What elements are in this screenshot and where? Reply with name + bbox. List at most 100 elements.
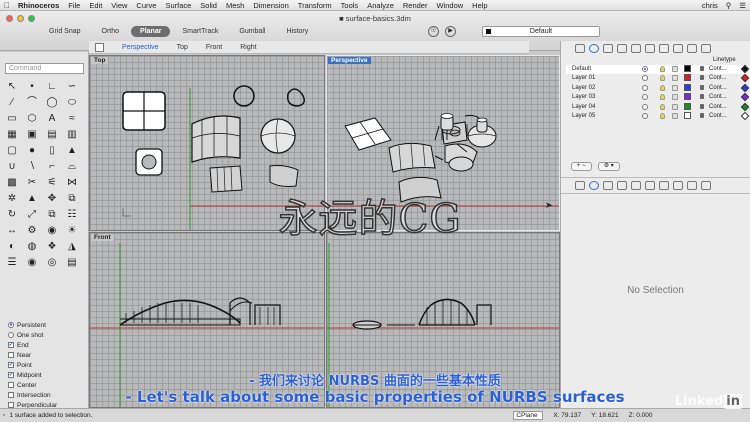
box-tool-icon[interactable]: ▢ [4,144,20,157]
command-input[interactable]: Command [5,63,84,74]
circle-tool-icon[interactable]: ◯ [44,96,60,109]
menu-transform[interactable]: Transform [298,1,332,10]
pencil-tab-icon[interactable] [659,181,669,190]
chamfer-tool-icon[interactable]: ⌓ [64,160,80,173]
hide-tool-icon[interactable]: ◎ [44,256,60,269]
sweep-tool-icon[interactable]: ▥ [64,128,80,141]
print-width-icon[interactable] [740,102,750,111]
list-icon[interactable]: ☰ [739,1,746,10]
panel-divider[interactable] [561,177,750,178]
menu-edit[interactable]: Edit [89,1,102,10]
print-color-icon[interactable] [700,75,704,81]
light-tool-icon[interactable]: ☀ [64,224,80,237]
point-tool-icon[interactable]: • [24,80,40,93]
boolean-difference-icon[interactable]: ∖ [24,160,40,173]
current-layer-radio[interactable] [642,75,648,82]
visibility-bulb-icon[interactable] [660,66,665,72]
menu-dimension[interactable]: Dimension [253,1,288,10]
one-shot-radio[interactable] [8,332,14,338]
planar-toggle[interactable]: Planar [131,26,171,37]
print-color-icon[interactable] [700,112,704,118]
print-color-icon[interactable] [700,94,704,100]
text-tool-icon[interactable]: A [44,112,60,125]
line-tool-icon[interactable]: ∕ [4,96,20,109]
menu-view[interactable]: View [111,1,127,10]
layer-row[interactable]: Layer 02 Cont... [566,83,750,93]
layer-options-gear-icon[interactable]: ⚙ ▾ [597,162,620,171]
visibility-bulb-icon[interactable] [660,84,665,91]
trim-tool-icon[interactable]: ✂ [24,176,40,189]
osnap-icon[interactable]: ☉ [428,26,439,37]
properties-tab-icon[interactable] [589,44,599,53]
layer-row[interactable]: Layer 01 Cont... [566,74,750,83]
layer-row[interactable]: Layer 03 Cont... [566,92,750,102]
ellipse-tool-icon[interactable]: ⬭ [64,96,80,109]
spotlight-icon[interactable]: ⚲ [726,1,732,10]
menu-tools[interactable]: Tools [341,1,359,10]
visibility-bulb-icon[interactable] [660,94,665,101]
menu-analyze[interactable]: Analyze [367,1,394,10]
color-tool-icon[interactable]: ❖ [44,240,60,253]
tab-right[interactable]: Right [240,44,256,51]
layer-color[interactable] [684,83,691,91]
display-tab-icon[interactable] [603,181,613,190]
print-width-icon[interactable] [740,111,750,121]
extrude-tool-icon[interactable]: ▣ [24,128,40,141]
properties-tool-icon[interactable]: ▤ [64,256,80,269]
light-tab-icon[interactable] [673,181,683,190]
render-tool-icon[interactable]: ◉ [44,224,60,237]
copy-tool-icon[interactable]: ⧉ [64,192,80,205]
layer-linetype[interactable]: Cont... [709,104,727,110]
visibility-bulb-icon[interactable] [660,103,665,110]
layer-linetype[interactable]: Cont... [709,75,727,81]
print-color-icon[interactable] [700,84,704,90]
more-tab-icon[interactable] [701,181,711,190]
lock-icon[interactable] [672,84,678,91]
camera-tab-icon[interactable] [631,181,641,190]
light-tab-icon[interactable] [673,44,683,53]
object-tab-icon[interactable] [617,44,627,53]
surface-tool-icon[interactable]: ▦ [4,128,20,141]
rectangle-tool-icon[interactable]: ▭ [4,112,20,125]
tab-perspective[interactable]: Perspective [122,44,159,51]
menu-mesh[interactable]: Mesh [226,1,244,10]
print-color-icon[interactable] [700,103,704,109]
layer-linetype[interactable]: Cont... [709,113,727,119]
curve-tool-icon[interactable]: ∽ [64,80,80,93]
mirror-tool-icon[interactable]: ⧉ [44,208,60,221]
tab-top[interactable]: Top [177,44,188,51]
offset-tool-icon[interactable]: ≈ [64,112,80,125]
layer-row[interactable]: Layer 04 Cont... [566,102,750,112]
osnap-end[interactable]: ✔ End [8,340,84,350]
select-tool-icon[interactable]: ↖ [4,80,20,93]
visibility-bulb-icon[interactable] [660,75,665,82]
analyze-tool-icon[interactable]: ⚙ [24,224,40,237]
cylinder-tool-icon[interactable]: ▯ [44,144,60,157]
end-checkbox[interactable]: ✔ [8,342,14,348]
camera-tab-icon[interactable] [631,44,641,53]
viewport-layout-icon[interactable] [95,42,104,52]
layer-row[interactable]: Default Cont... [566,64,750,75]
menu-window[interactable]: Window [436,1,463,10]
grid-snap-toggle[interactable]: Grid Snap [40,26,90,37]
sphere-tool-icon[interactable]: ● [24,144,40,157]
menu-render[interactable]: Render [403,1,428,10]
explode-tool-icon[interactable]: ✲ [4,192,20,205]
add-remove-layer-button[interactable]: + − [571,162,592,171]
arc-tool-icon[interactable]: ⌒ [24,96,40,109]
lock-icon[interactable] [672,103,678,110]
menu-curve[interactable]: Curve [136,1,156,10]
point-checkbox[interactable]: ✔ [8,362,14,368]
layers-tab-icon[interactable] [575,44,585,53]
cplane-select[interactable]: CPlane [513,411,544,420]
osnap-persistent[interactable]: ● Persistent [8,320,84,330]
print-width-icon[interactable] [740,92,750,102]
layer-tool-icon[interactable]: ☰ [4,256,20,269]
current-layer-radio[interactable] [642,66,648,72]
layer-color[interactable] [684,111,691,119]
apple-icon[interactable]:  [4,1,18,10]
cone-tool-icon[interactable]: ▲ [64,144,80,157]
render-tab-icon[interactable] [645,181,655,190]
lock-icon[interactable] [672,75,678,82]
join-tool-icon[interactable]: ⋈ [64,176,80,189]
